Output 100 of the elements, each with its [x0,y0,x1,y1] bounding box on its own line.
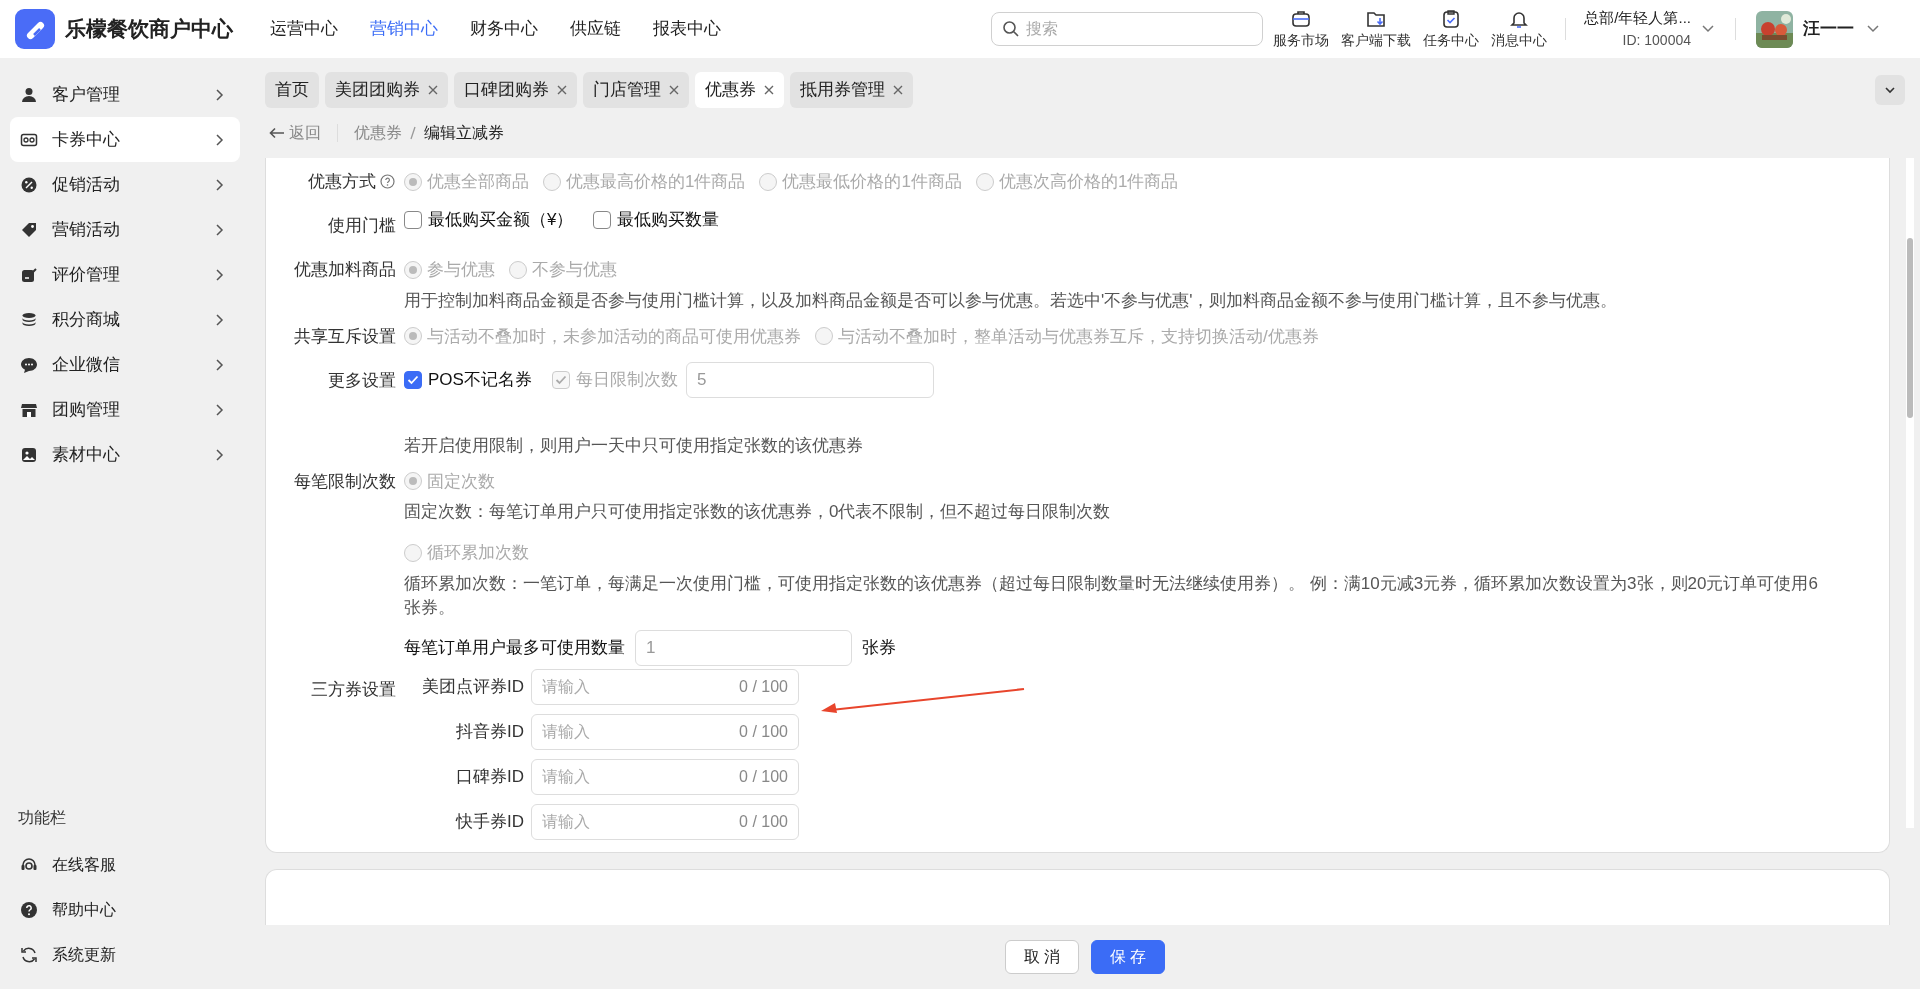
checkbox-option[interactable]: POS不记名券 [404,366,532,393]
field-label: 共享互斥设置 [294,325,396,348]
checkbox-option[interactable]: 最低购买金额（¥） [404,207,574,233]
tool-button[interactable]: 任务中心 [1423,7,1480,51]
checkbox-option: 每日限制次数 [551,366,678,393]
nav-link[interactable]: 财务中心 [470,16,538,42]
text-input[interactable]: 请输入 0 / 100 [531,803,799,840]
text-input[interactable]: 请输入 0 / 100 [531,713,799,750]
collapse-button[interactable] [1875,75,1905,105]
close-icon[interactable] [428,85,438,95]
field-label: 使用门槛 [328,215,396,237]
radio-option: 与活动不叠加时，整单活动与优惠券互斥，支持切换活动/优惠券 [815,323,1319,349]
char-counter: 0 / 100 [739,766,788,787]
radio-option: 不参与优惠 [509,257,617,283]
chevron-right-icon [215,357,225,372]
field-label: 优惠方式 [308,171,376,193]
nav-link[interactable]: 营销中心 [370,16,438,42]
tab[interactable]: 美团团购券 [325,72,448,108]
input-field[interactable]: 请输入 [542,719,740,744]
search-field[interactable]: 搜索 [991,12,1264,46]
sidebar-item[interactable]: 营销活动 [10,207,240,252]
checkbox-option[interactable]: 最低购买数量 [593,207,720,233]
sidebar-item[interactable]: 团购管理 [10,387,240,432]
help-text: 固定次数：每笔订单用户只可使用指定张数的该优惠券，0代表不限制，但不超过每日限制次数 [404,501,1112,523]
chevron-right-icon [215,222,225,237]
image-icon [20,445,38,464]
radio-option: 优惠次高价格的1件商品 [975,169,1179,195]
tab[interactable]: 口碑团购券 [454,72,577,108]
help-text: 用于控制加料商品金额是否参与使用门槛计算，以及加料商品金额是否可以参与优惠。若选中'不参与优惠'，则加料商品金额不参与使用门槛计算，且不参与优惠。 [404,289,1619,312]
chevron-down-icon[interactable] [1866,24,1880,34]
input-field[interactable]: 请输入 [542,764,740,789]
person-icon [20,85,38,104]
checkmark-icon [554,374,567,385]
nav-link[interactable]: 运营中心 [270,16,338,42]
save-button[interactable]: 保 存 [1091,940,1166,974]
badge-percent-icon [20,175,38,194]
field-label: 快手券ID [454,810,524,833]
breadcrumb-separator-icon [408,125,418,141]
close-icon[interactable] [669,85,679,95]
tab[interactable]: 门店管理 [583,72,689,108]
tool-button[interactable]: 客户端下载 [1341,7,1412,51]
field-label: 口碑券ID [455,765,524,788]
sidebar-item[interactable]: 促销活动 [10,162,240,207]
sidebar-item[interactable]: 帮助中心 [10,887,116,932]
radio-option: 优惠最高价格的1件商品 [543,169,746,195]
chevron-right-icon [215,447,225,462]
field-label: 每笔限制次数 [294,470,396,493]
close-icon[interactable] [893,85,903,95]
field-label: 抖音券ID [455,720,524,743]
chevron-down-icon[interactable] [1701,24,1715,34]
tab[interactable]: 抵用券管理 [790,72,913,108]
tool-button[interactable]: 消息中心 [1491,7,1548,51]
chevron-right-icon [215,267,225,282]
input-field[interactable]: 请输入 [542,674,740,699]
field-label: 三方券设置 [311,678,396,701]
close-icon[interactable] [764,85,774,95]
checkbox[interactable] [404,210,422,229]
sidebar-item[interactable]: 客户管理 [10,72,240,117]
logo-icon [15,9,55,49]
field-label: 每笔订单用户最多可使用数量 [404,636,625,659]
char-counter: 0 / 100 [739,676,788,697]
sidebar-item[interactable]: 在线客服 [10,842,116,887]
search-icon [1002,20,1021,38]
char-counter: 0 / 100 [739,811,788,832]
search-input[interactable]: 搜索 [1026,17,1247,41]
cancel-button[interactable]: 取 消 [1004,940,1079,974]
sidebar-item[interactable]: 评价管理 [10,252,240,297]
checkmark-icon [407,374,419,385]
nav-link[interactable]: 供应链 [570,16,621,42]
radio-option: 固定次数 [404,468,495,494]
arrow-left-icon [269,127,285,139]
sidebar-item[interactable]: 卡券中心 [10,117,240,162]
sidebar-item[interactable]: 素材中心 [10,432,240,477]
field-label: 优惠加料商品 [294,259,396,281]
unit-label: 张券 [862,636,896,659]
org-name[interactable]: 总部/年轻人第... [1584,7,1691,30]
tab[interactable]: 优惠券 [695,72,784,108]
tab[interactable]: 首页 [265,72,319,108]
user-name[interactable]: 汪一一 [1803,16,1854,42]
text-input[interactable]: 请输入 0 / 100 [531,758,799,795]
checkbox[interactable] [404,370,422,389]
edit-icon [20,265,38,284]
radio-option: 参与优惠 [404,257,495,283]
refresh-icon [20,945,38,964]
sidebar-item[interactable]: 企业微信 [10,342,240,387]
checkbox[interactable] [593,210,612,229]
sidebar-item[interactable]: 系统更新 [10,932,116,977]
tool-button[interactable]: 服务市场 [1273,7,1330,51]
text-input[interactable]: 请输入 0 / 100 [531,668,799,705]
sidebar-item[interactable]: 积分商城 [10,297,240,342]
chevron-right-icon [215,402,225,417]
close-icon[interactable] [557,85,567,95]
chevron-right-icon [215,312,225,327]
nav-link[interactable]: 报表中心 [653,16,721,42]
help-icon [20,900,38,919]
input-field[interactable]: 请输入 [542,809,740,834]
radio-option: 与活动不叠加时，未参加活动的商品可使用优惠券 [404,323,801,349]
coins-icon [20,310,38,329]
breadcrumb-current: 编辑立减券 [424,123,504,143]
field-label: 更多设置 [328,369,396,392]
